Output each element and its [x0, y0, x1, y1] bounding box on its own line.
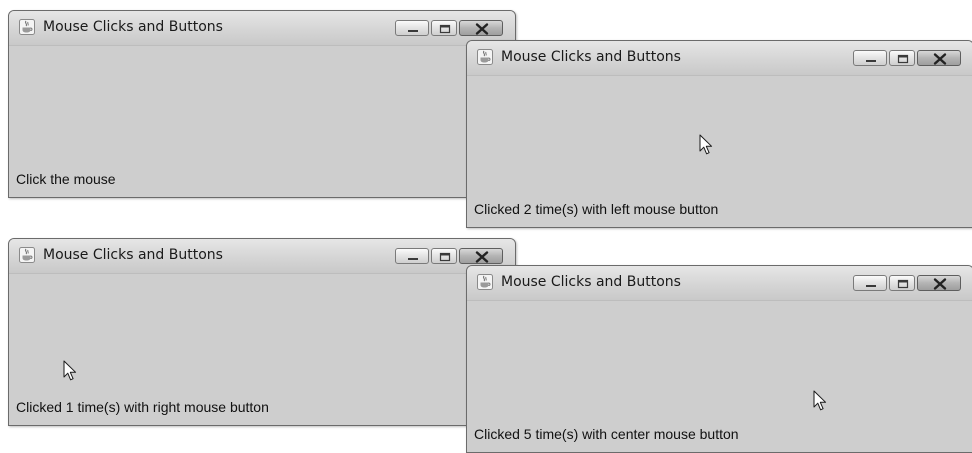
window-titlebar[interactable]: Mouse Clicks and Buttons [9, 11, 515, 46]
close-button[interactable] [459, 20, 503, 36]
java-cup-icon[interactable] [19, 247, 35, 263]
maximize-button[interactable] [431, 20, 457, 36]
minimize-icon [408, 30, 418, 32]
minimize-icon [408, 258, 418, 260]
window-titlebar[interactable]: Mouse Clicks and Buttons [9, 239, 515, 274]
mouse-pointer-icon [63, 360, 77, 382]
status-label: Clicked 1 time(s) with right mouse butto… [16, 399, 269, 415]
close-button[interactable] [917, 275, 961, 291]
app-window[interactable]: Mouse Clicks and Buttons Clicked 1 time(… [8, 238, 516, 426]
java-cup-icon[interactable] [477, 49, 493, 65]
status-label: Click the mouse [16, 171, 116, 187]
maximize-button[interactable] [431, 248, 457, 264]
close-icon [475, 23, 489, 35]
minimize-icon [866, 60, 876, 62]
click-area[interactable]: Clicked 5 time(s) with center mouse butt… [467, 301, 972, 452]
click-area[interactable]: Click the mouse [9, 46, 515, 197]
minimize-button[interactable] [395, 248, 429, 264]
click-area[interactable]: Clicked 2 time(s) with left mouse button [467, 76, 972, 227]
minimize-button[interactable] [853, 275, 887, 291]
close-icon [475, 251, 489, 263]
java-cup-icon[interactable] [19, 19, 35, 35]
window-title: Mouse Clicks and Buttons [43, 19, 223, 35]
maximize-button[interactable] [889, 275, 915, 291]
mouse-pointer-icon [813, 390, 827, 412]
app-window[interactable]: Mouse Clicks and Buttons Clicked 2 time(… [466, 40, 972, 228]
status-label: Clicked 5 time(s) with center mouse butt… [474, 426, 739, 442]
status-label: Clicked 2 time(s) with left mouse button [474, 201, 719, 217]
window-title: Mouse Clicks and Buttons [501, 49, 681, 65]
click-area[interactable]: Clicked 1 time(s) with right mouse butto… [9, 274, 515, 425]
minimize-icon [866, 285, 876, 287]
minimize-button[interactable] [395, 20, 429, 36]
app-window[interactable]: Mouse Clicks and Buttons Click the mouse [8, 10, 516, 198]
window-title: Mouse Clicks and Buttons [43, 247, 223, 263]
app-window[interactable]: Mouse Clicks and Buttons Clicked 5 time(… [466, 265, 972, 453]
close-icon [933, 278, 947, 290]
window-titlebar[interactable]: Mouse Clicks and Buttons [467, 41, 972, 76]
close-icon [933, 53, 947, 65]
close-button[interactable] [459, 248, 503, 264]
minimize-button[interactable] [853, 50, 887, 66]
window-title: Mouse Clicks and Buttons [501, 274, 681, 290]
window-titlebar[interactable]: Mouse Clicks and Buttons [467, 266, 972, 301]
maximize-button[interactable] [889, 50, 915, 66]
close-button[interactable] [917, 50, 961, 66]
java-cup-icon[interactable] [477, 274, 493, 290]
mouse-pointer-icon [699, 134, 713, 156]
